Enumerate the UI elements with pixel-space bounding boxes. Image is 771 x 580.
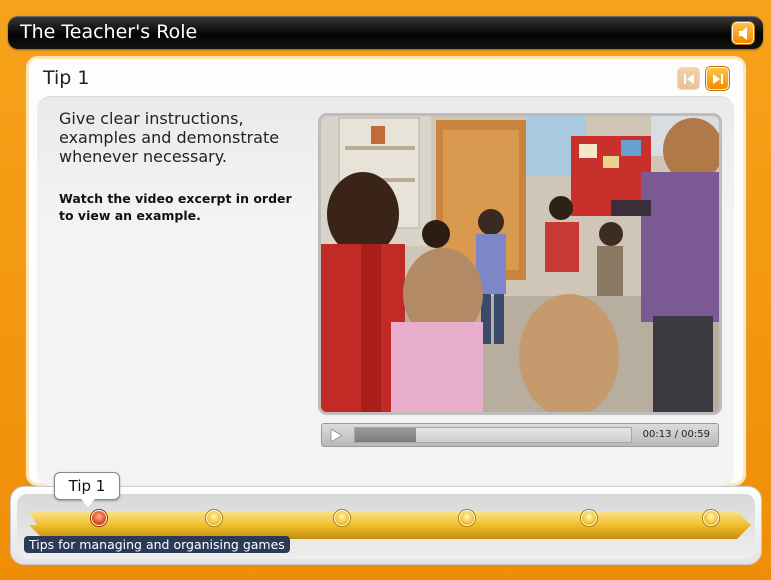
sound-button[interactable] bbox=[732, 22, 754, 44]
app-frame: The Teacher's Role Tip 1 Give clear inst… bbox=[0, 0, 771, 580]
content-panel: Tip 1 Give clear instructions, examples … bbox=[26, 56, 746, 486]
speaker-icon bbox=[739, 27, 747, 40]
timeline-bar bbox=[29, 511, 751, 539]
video-time: 00:13 / 00:59 bbox=[642, 429, 710, 440]
tip-content: Give clear instructions, examples and de… bbox=[37, 96, 734, 486]
video-frame bbox=[321, 116, 719, 412]
tip-instruction: Give clear instructions, examples and de… bbox=[59, 109, 280, 166]
timeline-dot-5[interactable] bbox=[581, 510, 597, 526]
video-progress-fill bbox=[355, 428, 416, 442]
timeline-dot-3[interactable] bbox=[334, 510, 350, 526]
video-progress-bar[interactable] bbox=[354, 427, 632, 443]
next-icon bbox=[713, 74, 723, 84]
play-icon[interactable] bbox=[330, 429, 342, 442]
tip-heading: Tip 1 bbox=[43, 67, 90, 89]
title-bar: The Teacher's Role bbox=[8, 16, 763, 49]
app-title: The Teacher's Role bbox=[20, 21, 198, 43]
timeline-dot-4[interactable] bbox=[459, 510, 475, 526]
section-label: Tips for managing and organising games bbox=[24, 536, 290, 553]
timeline-dot-6[interactable] bbox=[703, 510, 719, 526]
video-controls: 00:13 / 00:59 bbox=[321, 423, 719, 447]
next-button[interactable] bbox=[706, 67, 729, 90]
video-player[interactable] bbox=[318, 113, 722, 415]
tip-sub-instruction: Watch the video excerpt in order to view… bbox=[59, 191, 292, 223]
timeline-dot-1[interactable] bbox=[91, 510, 107, 526]
previous-icon bbox=[684, 74, 694, 84]
current-tip-bubble: Tip 1 bbox=[54, 472, 120, 507]
timeline-panel bbox=[10, 486, 762, 565]
previous-button[interactable] bbox=[677, 67, 700, 90]
timeline-dot-2[interactable] bbox=[206, 510, 222, 526]
